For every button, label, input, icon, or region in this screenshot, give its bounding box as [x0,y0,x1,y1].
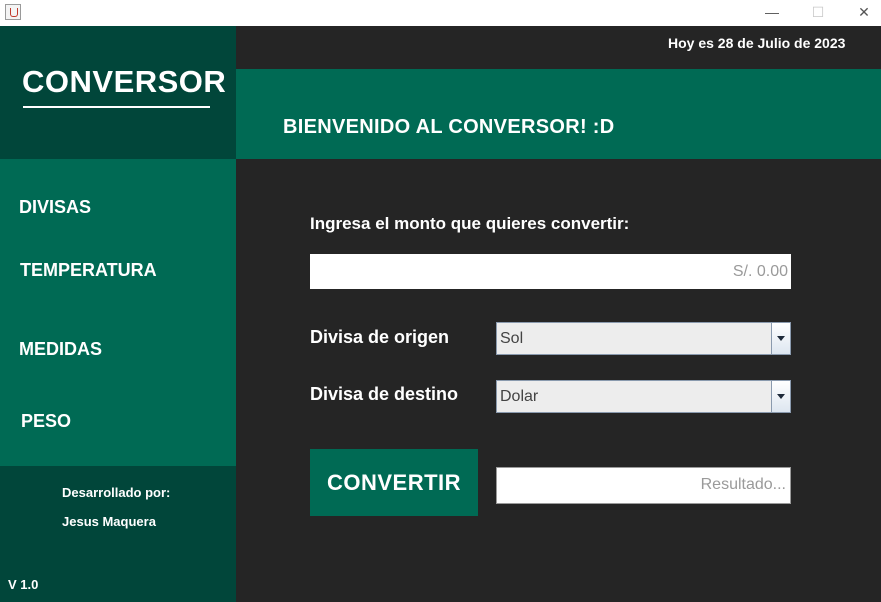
sidebar-item-peso[interactable]: PESO [21,411,71,432]
app-content: CONVERSOR DIVISAS TEMPERATURA MEDIDAS PE… [0,26,881,602]
java-app-icon [5,4,21,20]
origin-currency-label: Divisa de origen [310,327,450,347]
chevron-down-icon[interactable] [771,381,790,412]
version-label: V 1.0 [8,577,39,592]
credits-label: Desarrollado por: [62,485,171,500]
destination-currency-label: Divisa de destino [310,384,459,404]
minimize-button[interactable]: — [749,0,795,26]
credits-panel: Desarrollado por: Jesus Maquera V 1.0 [0,466,236,602]
convert-button[interactable]: CONVERTIR [310,449,478,516]
header-banner: BIENVENIDO AL CONVERSOR! :D [236,69,881,159]
origin-currency-value: Sol [500,330,524,347]
welcome-title: BIENVENIDO AL CONVERSOR! :D [283,116,615,138]
chevron-down-icon[interactable] [771,323,790,354]
maximize-button[interactable]: ☐ [795,0,841,26]
sidebar: CONVERSOR DIVISAS TEMPERATURA MEDIDAS PE… [0,26,236,602]
current-date: Hoy es 28 de Julio de 2023 [668,35,846,51]
amount-input[interactable] [310,254,791,289]
sidebar-item-medidas[interactable]: MEDIDAS [19,339,102,360]
result-field[interactable]: Resultado... [496,467,791,504]
sidebar-item-divisas[interactable]: DIVISAS [19,197,91,218]
close-button[interactable]: ✕ [841,0,881,26]
credits-name: Jesus Maquera [62,514,156,529]
origin-currency-select[interactable]: Sol [496,322,791,355]
sidebar-item-temperatura[interactable]: TEMPERATURA [20,260,157,281]
logo-underline [23,106,210,108]
sidebar-menu: DIVISAS TEMPERATURA MEDIDAS PESO [0,159,236,466]
logo-area: CONVERSOR [0,26,236,159]
app-logo: CONVERSOR [22,64,227,99]
destination-currency-value: Dolar [500,388,539,405]
amount-prompt: Ingresa el monto que quieres convertir: [310,214,630,233]
destination-currency-select[interactable]: Dolar [496,380,791,413]
window-titlebar: — ☐ ✕ [0,0,881,26]
